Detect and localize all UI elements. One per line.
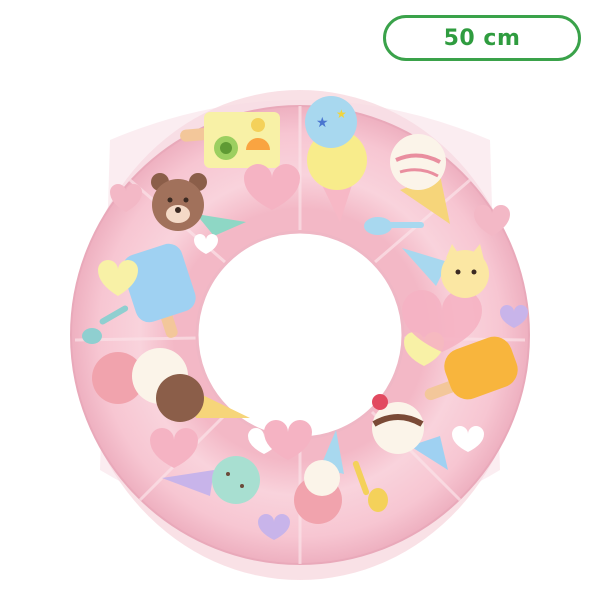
- svg-text:★: ★: [336, 107, 347, 121]
- swim-ring-image: ★ ★: [70, 90, 530, 580]
- svg-text:★: ★: [316, 115, 329, 131]
